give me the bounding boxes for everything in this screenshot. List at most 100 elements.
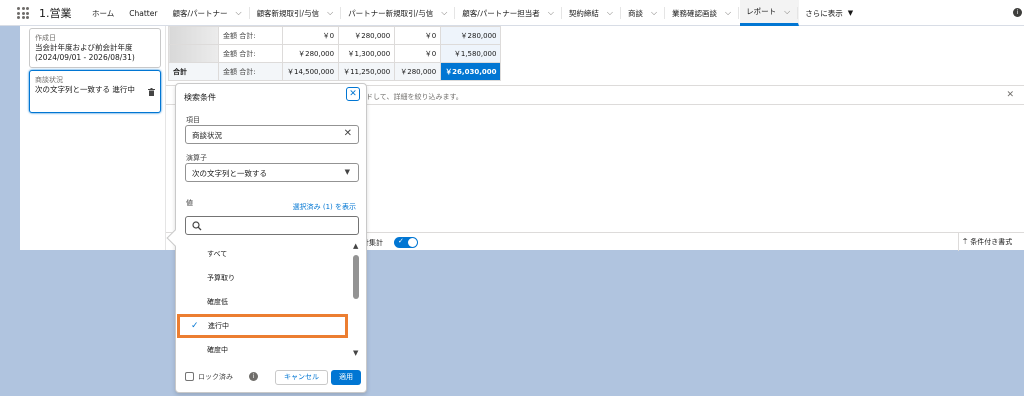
nav-tab[interactable]: レポート ⌵	[740, 0, 800, 26]
option-label: 予算取り	[207, 274, 235, 282]
value-cell: ￥1,300,000	[338, 44, 396, 63]
filter-card-opportunity-status[interactable]: 商談状況 次の文字列と一致する 進行中	[29, 70, 161, 113]
option-item[interactable]: すべて	[176, 242, 354, 266]
nav-tabs: ホーム Chatter 顧客/パートナー ⌵ 顧客新規取引/与信 ⌵ パートナー新規取引/与…	[86, 0, 862, 26]
scroll-thumb[interactable]	[353, 255, 359, 299]
nav-tab[interactable]: 顧客/パートナー ⌵	[166, 0, 250, 26]
nav-tab-label: さらに表示	[805, 8, 843, 18]
value-cell: ￥1,580,000	[440, 44, 502, 63]
operator-select[interactable]: 次の文字列と一致する ▼	[185, 163, 359, 182]
value-cell: ￥11,250,000	[338, 62, 396, 81]
row-totals-toggle[interactable]: ✓	[394, 237, 418, 248]
nav-tab-label: 顧客新規取引/与信	[256, 8, 320, 18]
table-total-row: 合計 金額 合計: ￥14,500,000 ￥11,250,000 ￥280,0…	[168, 62, 502, 81]
filter-label: 商談状況	[35, 76, 63, 84]
trash-icon[interactable]	[148, 88, 155, 96]
close-icon[interactable]: ✕	[1006, 90, 1014, 100]
nav-tab[interactable]: 顧客新規取引/与信 ⌵	[251, 0, 343, 26]
chevron-down-icon[interactable]: ⌵	[235, 8, 241, 18]
value-cell: ￥280,000	[440, 26, 502, 45]
filter-popover: 検索条件 ✕ 項目 商談状況 ✕ 演算子 次の文字列と一致する ▼ 値 選択済み…	[166, 83, 367, 393]
chevron-down-icon[interactable]: ⌵	[784, 7, 790, 17]
show-selected-link[interactable]: 選択済み (1) を表示	[293, 202, 356, 212]
check-icon: ✓	[191, 321, 199, 331]
option-label: 確度中	[207, 346, 228, 354]
nav-tab[interactable]: さらに表示 ▼	[799, 0, 862, 26]
app-launcher-icon[interactable]	[17, 7, 29, 19]
nav-tab[interactable]: パートナー新規取引/与信 ⌵	[342, 0, 456, 26]
caret-down-icon: ▼	[847, 9, 854, 17]
info-icon[interactable]: i	[249, 372, 258, 381]
chevron-down-icon[interactable]: ⌵	[651, 8, 657, 18]
operator-value: 次の文字列と一致する	[192, 169, 267, 178]
nav-tab-label: ホーム	[92, 8, 115, 18]
conditional-format-label: 条件付き書式	[970, 238, 1013, 246]
chevron-down-icon[interactable]: ⌵	[548, 8, 554, 18]
nav-tab[interactable]: 契約締結 ⌵	[563, 0, 622, 26]
filter-value: 当会計年度および前会計年度 (2024/09/01 - 2026/08/31)	[35, 43, 135, 62]
row-label: 金額 合計:	[218, 62, 283, 81]
total-name: 合計	[168, 62, 219, 81]
field-value: 商談状況	[192, 131, 222, 140]
report-table: 金額 合計: ￥0 ￥280,000 ￥0 ￥280,000 金額 合計: ￥2…	[168, 26, 502, 81]
option-item-selected[interactable]: ✓ 進行中	[177, 314, 348, 338]
row-label: 金額 合計:	[218, 44, 283, 63]
field-label: 項目	[186, 116, 200, 124]
hint-text: ドして、詳細を絞り込みます。	[366, 93, 463, 101]
popover-footer: ロック済み i キャンセル 適用	[176, 366, 366, 392]
nav-tab[interactable]: Chatter	[123, 0, 166, 26]
nav-tab[interactable]: ホーム	[86, 0, 123, 26]
info-icon[interactable]: i	[1013, 8, 1022, 17]
options-scrollbar[interactable]: ▲ ▼	[352, 242, 360, 359]
value-cell: ￥14,500,000	[281, 62, 340, 81]
filter-label: 作成日	[35, 34, 56, 42]
value-label: 値	[186, 199, 193, 207]
value-cell: ￥280,000	[281, 44, 340, 63]
app-name: 1.営業	[39, 7, 72, 20]
global-nav: 1.営業 ホーム Chatter 顧客/パートナー ⌵ 顧客新規取引/与信 ⌵ パートナー新…	[0, 0, 1024, 26]
lock-checkbox[interactable]	[185, 372, 194, 381]
nav-tab-label: 顧客/パートナー担当者	[462, 8, 540, 18]
table-row: 金額 合計: ￥280,000 ￥1,300,000 ￥0 ￥1,580,000	[168, 44, 502, 63]
apply-button[interactable]: 適用	[331, 370, 361, 385]
paint-icon: ⍑	[963, 237, 968, 246]
value-cell: ￥0	[394, 26, 442, 45]
check-icon: ✓	[398, 237, 404, 245]
value-cell: ￥0	[394, 44, 442, 63]
chevron-down-icon[interactable]: ⌵	[327, 8, 333, 18]
nav-tab-label: レポート	[746, 7, 777, 16]
filter-card-created-date[interactable]: 作成日 当会計年度および前会計年度 (2024/09/01 - 2026/08/…	[29, 28, 161, 68]
option-label: 進行中	[208, 322, 229, 330]
nav-tab-label: パートナー新規取引/与信	[348, 8, 434, 18]
chevron-down-icon: ▼	[344, 168, 350, 176]
value-search-input[interactable]	[185, 216, 359, 235]
group-cell-redacted	[168, 44, 219, 63]
search-icon	[192, 221, 202, 231]
option-item[interactable]: 予算取り	[176, 266, 354, 290]
chevron-down-icon[interactable]: ⌵	[725, 8, 731, 18]
cancel-button[interactable]: キャンセル	[275, 370, 328, 385]
field-input[interactable]: 商談状況 ✕	[185, 125, 359, 144]
chevron-down-icon[interactable]: ⌵	[441, 8, 447, 18]
row-label: 金額 合計:	[218, 26, 283, 45]
nav-tab[interactable]: 業務確認画談 ⌵	[666, 0, 740, 26]
conditional-format-button[interactable]: ⍑ 条件付き書式	[958, 233, 1024, 251]
clear-icon[interactable]: ✕	[344, 128, 352, 139]
value-cell: ￥280,000	[394, 62, 442, 81]
lock-label: ロック済み	[198, 373, 233, 381]
nav-tab[interactable]: 商談 ⌵	[622, 0, 666, 26]
close-icon[interactable]: ✕	[346, 87, 360, 101]
grand-total-cell: ￥26,030,000	[440, 62, 502, 81]
value-cell: ￥280,000	[338, 26, 396, 45]
nav-tab-label: 顧客/パートナー	[172, 8, 228, 18]
option-item[interactable]: 確度低	[176, 290, 354, 314]
operator-label: 演算子	[186, 154, 207, 162]
popover-title: 検索条件	[184, 93, 216, 102]
scroll-up-icon[interactable]: ▲	[353, 242, 358, 250]
option-item[interactable]: 確度中	[176, 338, 354, 362]
option-label: すべて	[207, 250, 228, 258]
nav-tab[interactable]: 顧客/パートナー担当者 ⌵	[456, 0, 563, 26]
nav-tab-label: 契約締結	[568, 8, 599, 18]
chevron-down-icon[interactable]: ⌵	[607, 8, 613, 18]
scroll-down-icon[interactable]: ▼	[353, 349, 358, 357]
